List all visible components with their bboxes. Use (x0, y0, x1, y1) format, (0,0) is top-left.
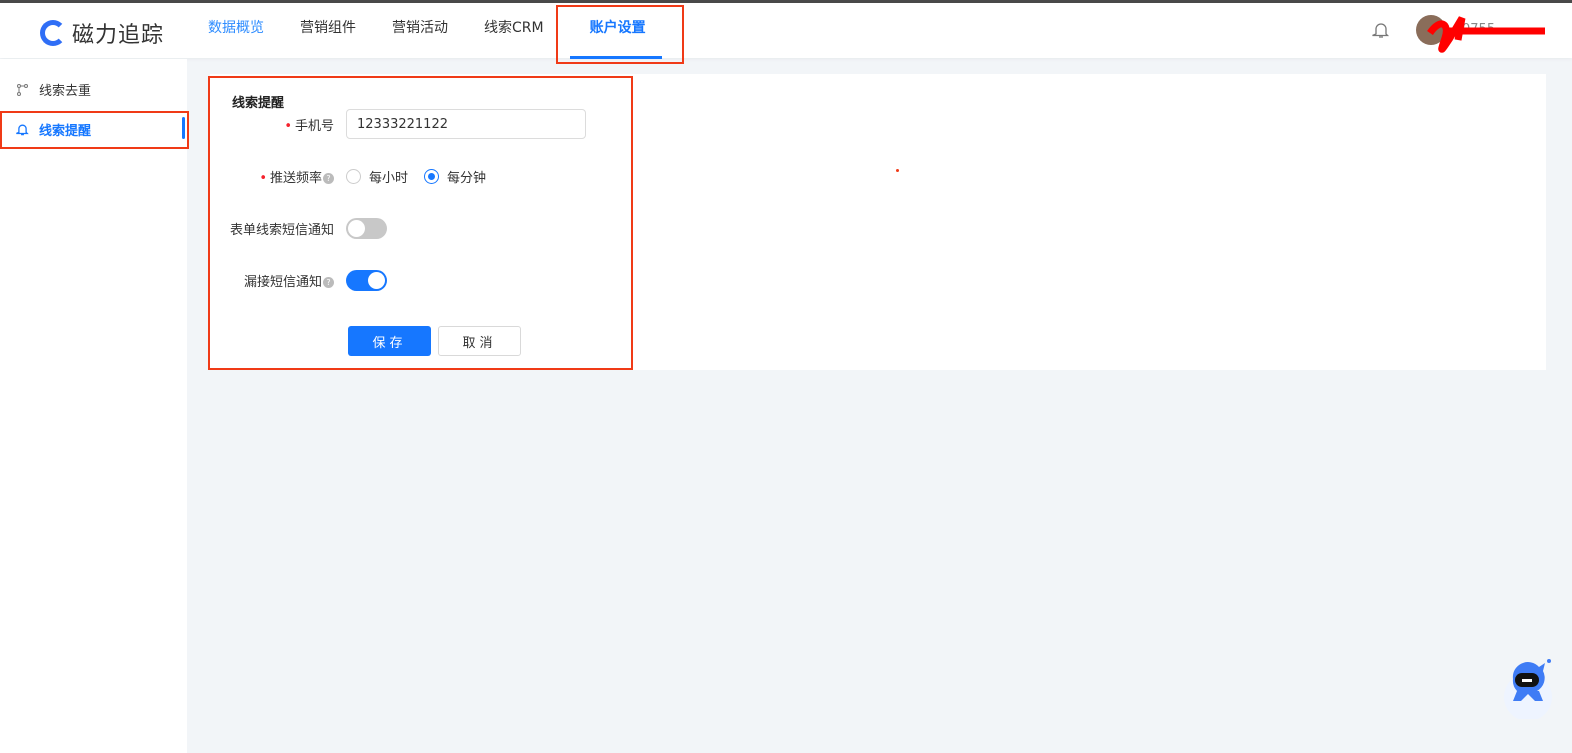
highlight-box-form (208, 76, 633, 370)
red-marker-dot (896, 169, 899, 172)
redaction-scribble (1427, 16, 1545, 53)
sidebar: 线索去重 线索提醒 (0, 59, 187, 753)
logo[interactable]: 磁力追踪 (40, 17, 164, 49)
nav-marketing-activities[interactable]: 营销活动 (374, 3, 466, 58)
highlight-box-nav (556, 5, 684, 64)
nav-marketing-components[interactable]: 营销组件 (282, 3, 374, 58)
highlight-box-sidebar (0, 111, 189, 149)
nav-data-overview[interactable]: 数据概览 (190, 3, 282, 58)
nav-leads-crm[interactable]: 线索CRM (466, 3, 562, 58)
sidebar-item-label: 线索去重 (39, 83, 92, 99)
sidebar-item-lead-dedup[interactable]: 线索去重 (0, 69, 187, 109)
branch-icon (17, 83, 28, 96)
logo-icon (40, 20, 66, 46)
logo-text: 磁力追踪 (72, 23, 165, 48)
top-header: 磁力追踪 数据概览 营销组件 营销活动 线索CRM 账户设置 0755 (0, 3, 1572, 59)
notification-bell-icon[interactable] (1372, 21, 1390, 39)
assistant-robot-icon[interactable] (1503, 657, 1553, 719)
